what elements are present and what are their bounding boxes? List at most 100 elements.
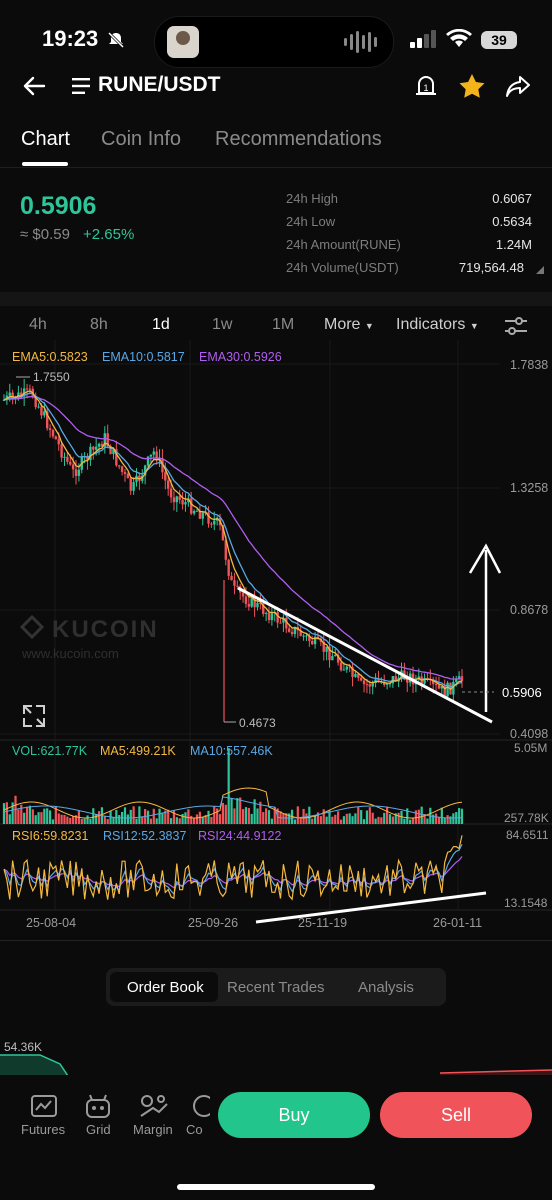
volume-bar	[236, 798, 239, 824]
margin-icon[interactable]	[139, 1094, 169, 1120]
grid-bot-icon[interactable]	[84, 1094, 112, 1120]
nav-grid[interactable]: Grid	[86, 1122, 111, 1137]
nav-copy-trading[interactable]: Co	[186, 1122, 203, 1137]
volume-bar	[345, 813, 348, 824]
buy-button[interactable]: Buy	[218, 1092, 370, 1138]
volume-bar	[129, 809, 132, 824]
vol-legend: VOL:621.77K	[12, 744, 88, 758]
interval-1d[interactable]: 1d	[152, 316, 170, 334]
volume-bar	[175, 817, 178, 824]
volume-bar	[270, 818, 273, 824]
stat-label: 24h Low	[286, 214, 336, 229]
status-bar: 19:23 39	[0, 0, 552, 70]
candlestick-chart-canvas[interactable]: KUCOIN www.kucoin.com 1.7838 1.3258 0.86…	[0, 340, 552, 940]
price-approx-usd: ≈ $0.59	[20, 226, 70, 243]
volume-bar	[190, 815, 193, 824]
candle-body	[94, 446, 98, 450]
volume-bar	[293, 819, 297, 824]
volume-bar	[184, 812, 187, 824]
volume-bar	[210, 816, 213, 824]
battery-indicator: 39	[481, 31, 517, 49]
volume-bar	[397, 812, 400, 824]
favorite-star-icon[interactable]	[458, 73, 486, 99]
candle-body	[345, 666, 348, 670]
volume-bar	[296, 806, 299, 824]
volume-bar	[57, 813, 60, 824]
kline-chart[interactable]: KUCOIN www.kucoin.com 1.7838 1.3258 0.86…	[0, 340, 552, 940]
section-gap	[0, 292, 552, 306]
tab-recommendations[interactable]: Recommendations	[215, 128, 382, 151]
indicators-dropdown[interactable]: Indicators ▼	[396, 316, 479, 334]
tab-order-book[interactable]: Order Book	[127, 979, 204, 996]
vol-axis-max: 5.05M	[514, 741, 547, 755]
tab-chart[interactable]: Chart	[21, 128, 70, 151]
candle-body	[77, 469, 81, 476]
candle-body	[166, 480, 170, 489]
pair-title[interactable]: RUNE/USDT	[98, 73, 221, 97]
volume-bar	[80, 819, 83, 824]
candle-body	[149, 454, 153, 457]
candle-body	[368, 684, 372, 687]
candle-body	[129, 478, 132, 491]
ema5-line	[3, 390, 463, 691]
copy-trading-icon[interactable]	[190, 1094, 210, 1120]
volume-bar	[386, 806, 389, 824]
candle-body	[267, 612, 271, 621]
more-intervals-dropdown[interactable]: More ▼	[324, 316, 374, 334]
candle-body	[181, 499, 184, 505]
candle-body	[302, 635, 305, 637]
ema30-legend: EMA30:0.5926	[199, 350, 282, 364]
rsi24-legend: RSI24:44.9122	[198, 829, 282, 843]
volume-bar	[244, 807, 248, 824]
watermark-text: KUCOIN	[52, 616, 159, 643]
status-time: 19:23	[42, 26, 99, 51]
candle-body	[172, 497, 176, 503]
volume-bar	[308, 806, 311, 824]
volume-bar	[25, 806, 29, 824]
interval-1m[interactable]: 1M	[272, 316, 294, 334]
audio-wave-icon	[344, 30, 377, 54]
volume-bar	[339, 819, 343, 824]
nav-margin[interactable]: Margin	[133, 1122, 173, 1137]
candle-body	[178, 496, 181, 500]
volume-bar	[207, 810, 210, 824]
interval-1w[interactable]: 1w	[212, 316, 232, 334]
menu-icon[interactable]	[72, 77, 92, 95]
rsi12-legend: RSI12:52.3837	[103, 829, 187, 843]
tab-recent-trades[interactable]: Recent Trades	[227, 979, 325, 996]
volume-bar	[152, 808, 155, 824]
tab-analysis[interactable]: Analysis	[358, 979, 414, 996]
volume-bar	[2, 803, 6, 824]
rsi6-line	[3, 835, 463, 901]
candle-body	[256, 602, 259, 608]
price-alert-icon[interactable]: 1	[414, 73, 438, 99]
volume-bar	[334, 814, 337, 824]
candle-body	[169, 488, 173, 498]
share-icon[interactable]	[505, 74, 531, 98]
wifi-icon	[446, 29, 472, 47]
volume-bar	[230, 798, 233, 824]
volume-bar	[302, 808, 305, 824]
sell-button[interactable]: Sell	[380, 1092, 532, 1138]
candle-body	[37, 406, 40, 408]
volume-bar	[126, 814, 129, 824]
volume-bar	[89, 818, 92, 824]
x-tick-label: 26-01-11	[433, 916, 482, 930]
back-arrow-icon[interactable]	[22, 74, 46, 98]
price-change-percent: +2.65%	[83, 226, 135, 243]
futures-icon[interactable]	[30, 1094, 58, 1118]
candle-body	[120, 466, 124, 472]
interval-8h[interactable]: 8h	[90, 316, 108, 334]
svg-text:1: 1	[423, 83, 428, 93]
volume-bar	[400, 810, 403, 824]
tab-coin-info[interactable]: Coin Info	[101, 128, 181, 151]
candle-body	[57, 439, 60, 445]
nav-futures[interactable]: Futures	[21, 1122, 65, 1137]
interval-4h[interactable]: 4h	[29, 316, 47, 334]
volume-bar	[371, 812, 374, 824]
rsi6-legend: RSI6:59.8231	[12, 829, 89, 843]
chart-settings-icon[interactable]	[504, 316, 528, 336]
volume-bar	[262, 812, 265, 824]
candle-body	[51, 430, 55, 437]
volume-bar	[250, 813, 253, 824]
